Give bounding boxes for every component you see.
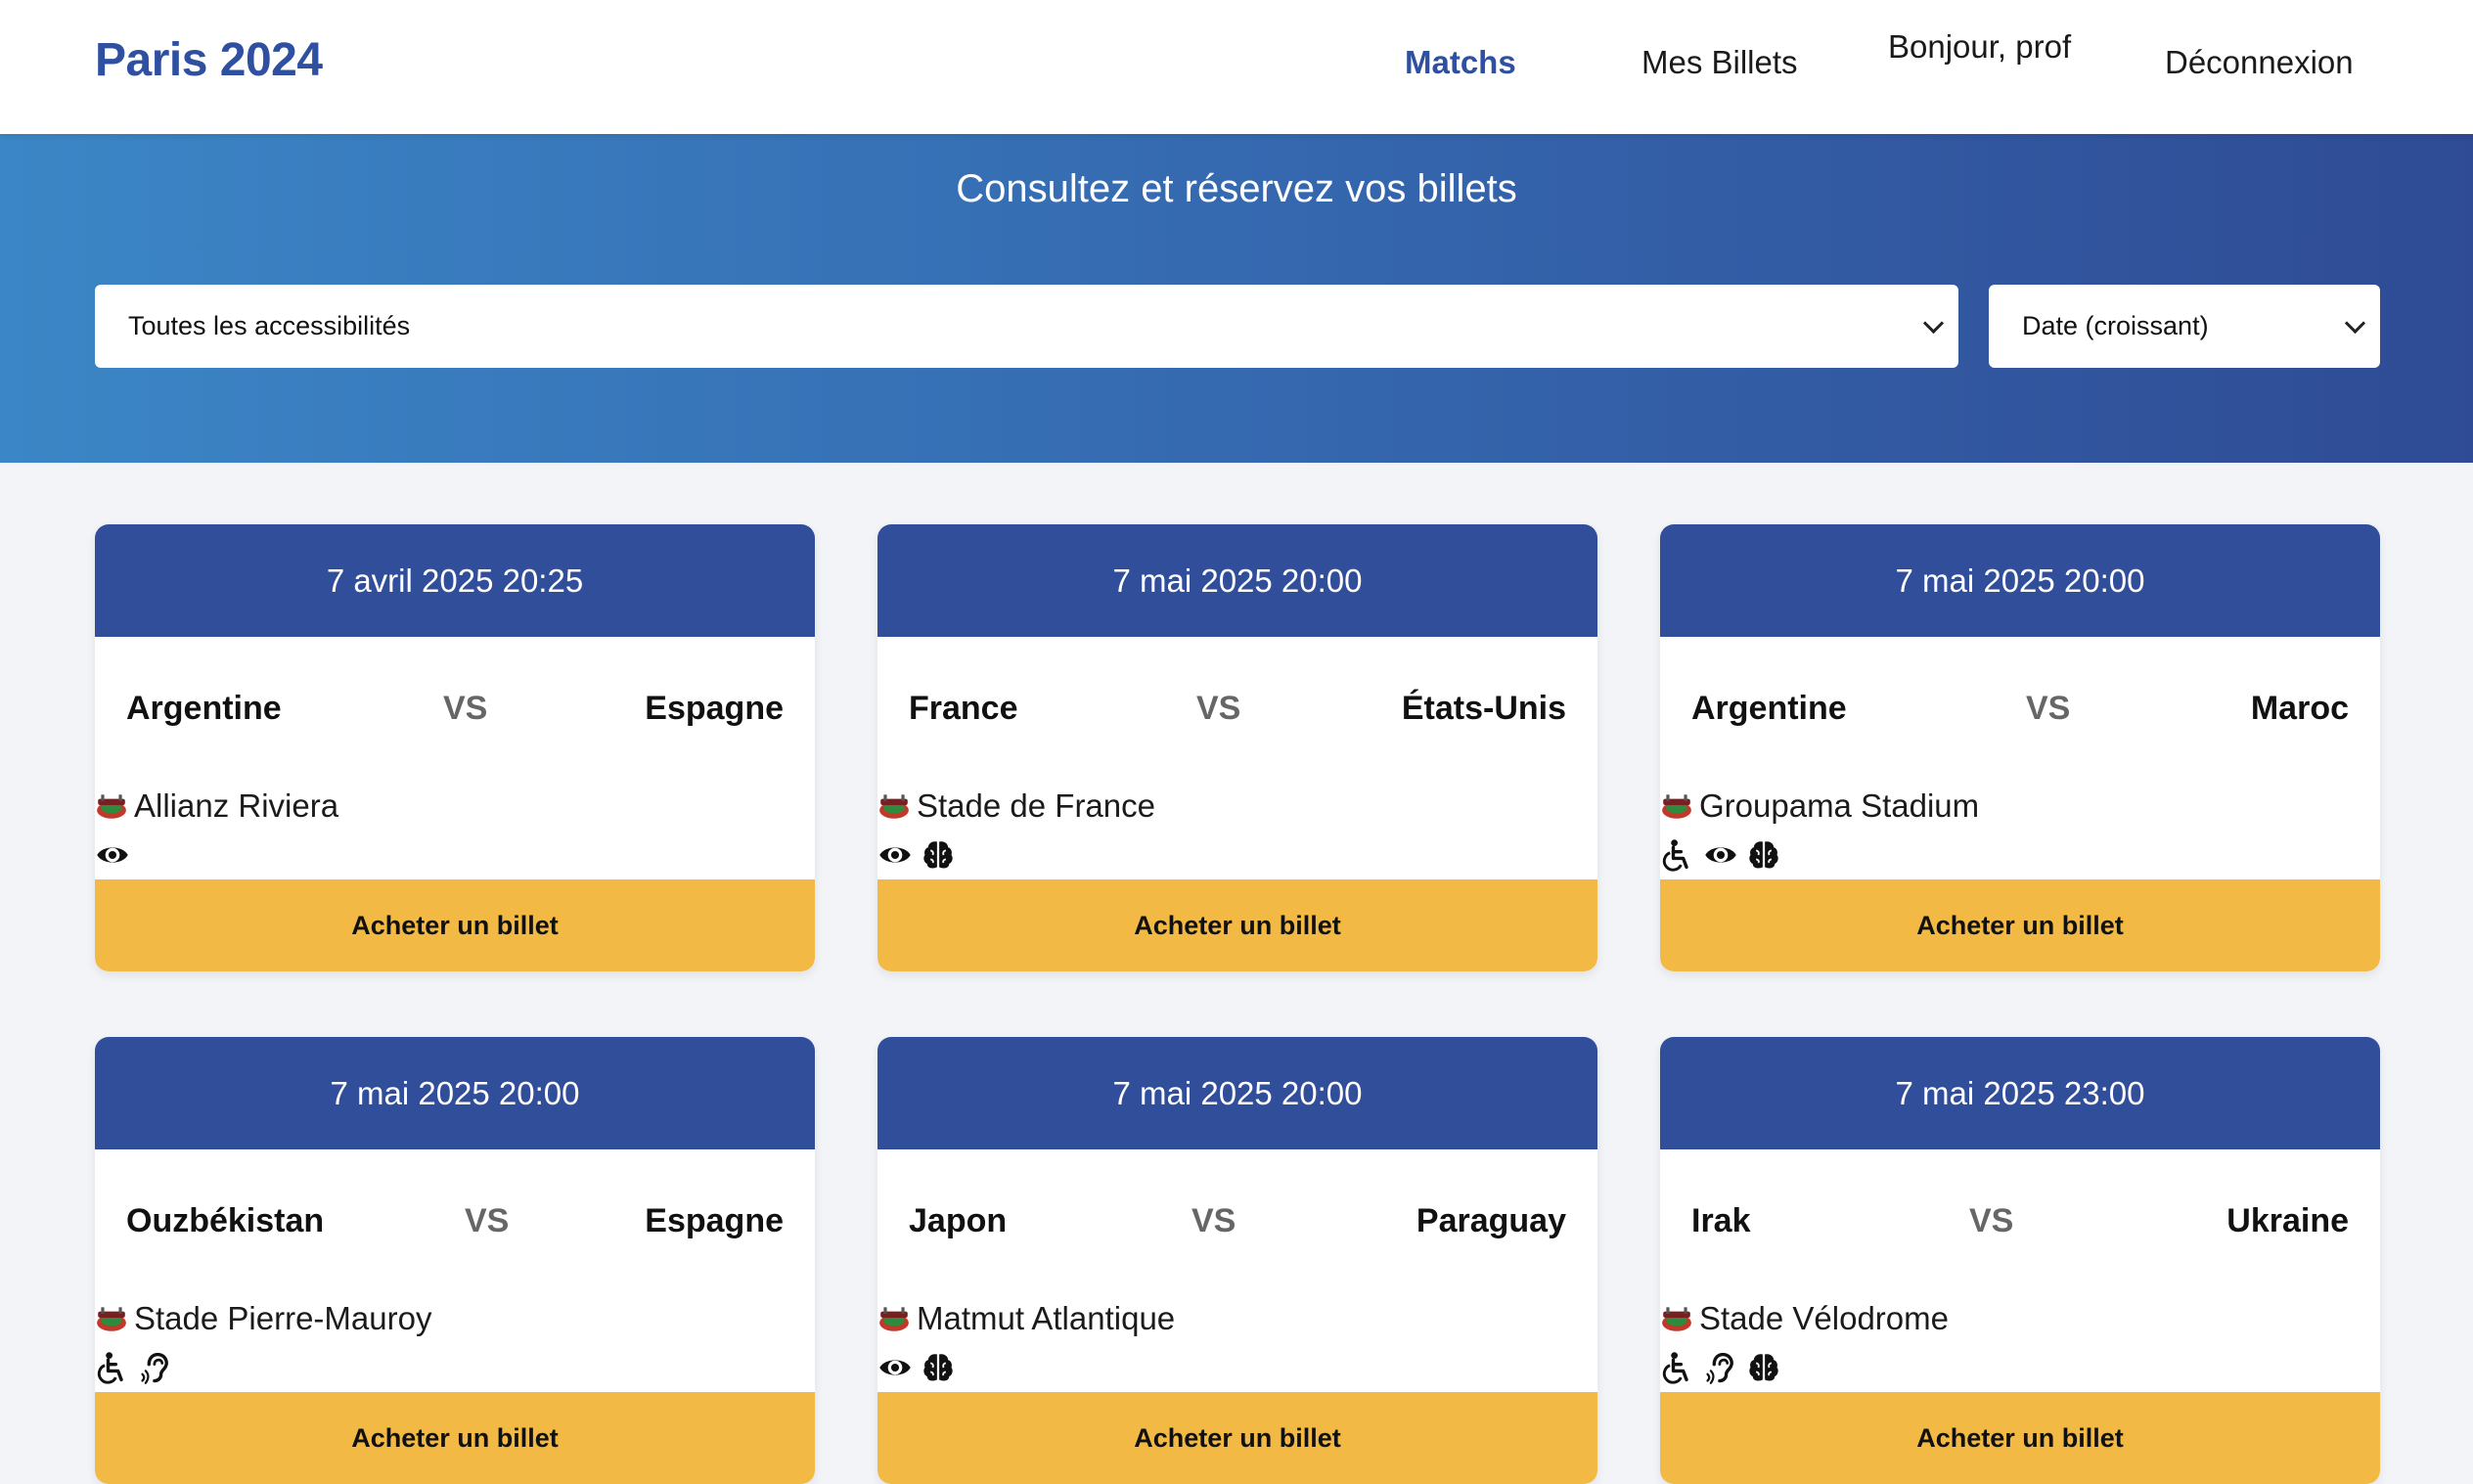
chevron-down-icon [1922, 312, 1945, 335]
team-away: Ukraine [2226, 1202, 2349, 1239]
stadium-row: Matmut Atlantique [877, 1294, 1597, 1343]
match-date: 7 mai 2025 20:00 [877, 524, 1597, 637]
buy-ticket-button[interactable]: Acheter un billet [1660, 879, 2380, 971]
team-home: France [909, 690, 1018, 727]
hero-banner: Consultez et réservez vos billets Toutes… [0, 134, 2473, 463]
vs-label: VS [465, 1202, 510, 1239]
buy-ticket-button[interactable]: Acheter un billet [877, 1392, 1597, 1484]
hero-title: Consultez et réservez vos billets [956, 167, 1517, 210]
team-home: Argentine [126, 690, 282, 727]
nav-my-tickets-link[interactable]: Mes Billets [1641, 44, 1798, 81]
vs-label: VS [1192, 1202, 1236, 1239]
match-teams: Argentine VS Maroc [1660, 637, 2380, 782]
brain-icon [921, 1350, 956, 1385]
wheelchair-icon [1660, 1350, 1695, 1385]
buy-ticket-button[interactable]: Acheter un billet [1660, 1392, 2380, 1484]
wheelchair-icon [1660, 837, 1695, 873]
stadium-name: Stade Vélodrome [1699, 1300, 1949, 1336]
accessibility-icons [1660, 1343, 2380, 1392]
stadium-name: Stade de France [917, 787, 1155, 824]
buy-ticket-button[interactable]: Acheter un billet [95, 1392, 815, 1484]
stadium-row: Stade de France [877, 782, 1597, 831]
match-card: 7 mai 2025 20:00 Japon VS Paraguay Matmu… [877, 1037, 1597, 1484]
stadium-icon [877, 1302, 911, 1335]
match-date: 7 mai 2025 20:00 [95, 1037, 815, 1149]
stadium-row: Groupama Stadium [1660, 782, 2380, 831]
match-card: 7 avril 2025 20:25 Argentine VS Espagne … [95, 524, 815, 971]
team-away: États-Unis [1401, 690, 1566, 727]
stadium-name: Matmut Atlantique [917, 1300, 1176, 1336]
sort-select[interactable]: Date (croissant) [1989, 285, 2380, 368]
chevron-down-icon [2344, 312, 2366, 335]
match-card: 7 mai 2025 20:00 Ouzbékistan VS Espagne … [95, 1037, 815, 1484]
accessibility-icons [877, 831, 1597, 879]
team-home: Japon [909, 1202, 1008, 1239]
match-teams: Irak VS Ukraine [1660, 1149, 2380, 1294]
stadium-row: Allianz Riviera [95, 782, 815, 831]
team-home: Ouzbékistan [126, 1202, 325, 1239]
vs-label: VS [1196, 690, 1241, 727]
wheelchair-icon [95, 1350, 130, 1385]
match-teams: Ouzbékistan VS Espagne [95, 1149, 815, 1294]
stadium-name: Groupama Stadium [1699, 787, 1980, 824]
stadium-icon [877, 789, 911, 823]
match-teams: Japon VS Paraguay [877, 1149, 1597, 1294]
accessibility-filter-value: Toutes les accessibilités [128, 311, 411, 340]
eye-icon [95, 837, 130, 873]
accessibility-icons [1660, 831, 2380, 879]
stadium-name: Stade Pierre-Mauroy [134, 1300, 432, 1336]
team-away: Paraguay [1416, 1202, 1566, 1239]
team-home: Irak [1691, 1202, 1751, 1239]
user-greeting: Bonjour, prof [1888, 28, 2072, 65]
team-away: Maroc [2250, 690, 2349, 727]
accessibility-icons [95, 831, 815, 879]
team-home: Argentine [1691, 690, 1847, 727]
ear-icon [138, 1350, 173, 1385]
buy-ticket-button[interactable]: Acheter un billet [877, 879, 1597, 971]
eye-icon [877, 837, 913, 873]
nav-matches-link[interactable]: Matchs [1405, 44, 1516, 81]
match-card: 7 mai 2025 23:00 Irak VS Ukraine Stade V… [1660, 1037, 2380, 1484]
sort-value: Date (croissant) [2022, 311, 2209, 340]
accessibility-icons [95, 1343, 815, 1392]
stadium-name: Allianz Riviera [134, 787, 339, 824]
brand-logo[interactable]: Paris 2024 [95, 33, 323, 87]
stadium-icon [95, 789, 128, 823]
vs-label: VS [443, 690, 488, 727]
team-away: Espagne [645, 1202, 784, 1239]
match-date: 7 avril 2025 20:25 [95, 524, 815, 637]
stadium-row: Stade Pierre-Mauroy [95, 1294, 815, 1343]
stadium-row: Stade Vélodrome [1660, 1294, 2380, 1343]
stadium-icon [1660, 1302, 1693, 1335]
vs-label: VS [1969, 1202, 2014, 1239]
buy-ticket-button[interactable]: Acheter un billet [95, 879, 815, 971]
match-card: 7 mai 2025 20:00 France VS États-Unis St… [877, 524, 1597, 971]
eye-icon [1703, 837, 1738, 873]
match-teams: France VS États-Unis [877, 637, 1597, 782]
accessibility-icons [877, 1343, 1597, 1392]
stadium-icon [95, 1302, 128, 1335]
stadium-icon [1660, 789, 1693, 823]
logout-link[interactable]: Déconnexion [2165, 44, 2354, 81]
match-card: 7 mai 2025 20:00 Argentine VS Maroc Grou… [1660, 524, 2380, 971]
match-teams: Argentine VS Espagne [95, 637, 815, 782]
eye-icon [877, 1350, 913, 1385]
accessibility-filter-select[interactable]: Toutes les accessibilités [95, 285, 1958, 368]
match-date: 7 mai 2025 20:00 [877, 1037, 1597, 1149]
brain-icon [1746, 1350, 1781, 1385]
match-date: 7 mai 2025 20:00 [1660, 524, 2380, 637]
top-navbar: Paris 2024 Matchs Mes Billets Bonjour, p… [0, 0, 2473, 134]
ear-icon [1703, 1350, 1738, 1385]
brain-icon [1746, 837, 1781, 873]
vs-label: VS [2026, 690, 2071, 727]
match-date: 7 mai 2025 23:00 [1660, 1037, 2380, 1149]
team-away: Espagne [645, 690, 784, 727]
brain-icon [921, 837, 956, 873]
